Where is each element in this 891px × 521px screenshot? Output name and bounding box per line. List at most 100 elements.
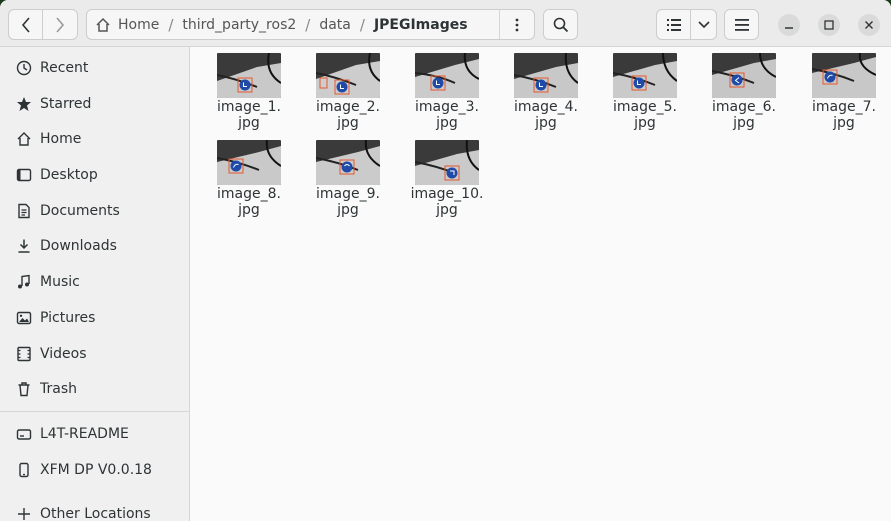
- file-name: image_10. jpg: [410, 186, 484, 218]
- forward-button[interactable]: [43, 9, 78, 40]
- music-icon: [15, 273, 33, 291]
- file-item[interactable]: image_10. jpg: [404, 134, 484, 218]
- chevron-down-icon: [697, 20, 710, 28]
- file-name: image_9. jpg: [316, 186, 380, 218]
- sidebar-item-videos[interactable]: Videos: [0, 338, 190, 370]
- image-thumbnail: [217, 140, 281, 185]
- sidebar-item-label: Pictures: [40, 310, 96, 326]
- vertical-dots-icon: [515, 18, 519, 31]
- drive-icon: [15, 425, 33, 443]
- sidebar-item-starred[interactable]: Starred: [0, 88, 190, 120]
- breadcrumb-home-label: Home: [118, 16, 160, 33]
- document-icon: [15, 202, 33, 220]
- file-grid: image_1. jpg image_2. jpg image_3. jpg imag…: [191, 47, 891, 521]
- sidebar-item-label: Videos: [40, 346, 87, 362]
- image-thumbnail: [415, 53, 479, 98]
- sidebar-item-desktop[interactable]: Desktop: [0, 159, 190, 191]
- sidebar-item-l4t-readme[interactable]: L4T-README: [0, 418, 190, 450]
- file-name: image_8. jpg: [217, 186, 281, 218]
- file-item[interactable]: image_5. jpg: [602, 47, 682, 131]
- breadcrumb-separator: /: [305, 15, 311, 34]
- file-item[interactable]: image_7. jpg: [801, 47, 881, 131]
- image-thumbnail: [812, 53, 876, 98]
- path-options-button[interactable]: [499, 10, 534, 39]
- go-back-icon: [21, 16, 30, 33]
- view-mode-button[interactable]: [656, 9, 691, 40]
- file-item[interactable]: image_3. jpg: [404, 47, 484, 131]
- file-item[interactable]: image_6. jpg: [701, 47, 781, 131]
- sidebar-item-label: Desktop: [40, 167, 98, 183]
- video-icon: [15, 345, 33, 363]
- sidebar-item-label: L4T-README: [40, 426, 129, 442]
- file-item[interactable]: image_2. jpg: [305, 47, 385, 131]
- hamburger-menu-icon: [734, 18, 749, 31]
- sidebar-item-label: Starred: [40, 96, 92, 112]
- file-name: image_4. jpg: [514, 99, 578, 131]
- maximize-icon: [824, 20, 834, 30]
- image-thumbnail: [316, 53, 380, 98]
- sidebar-divider: [0, 411, 190, 412]
- plus-icon: [15, 505, 33, 521]
- star-icon: [15, 95, 33, 113]
- download-icon: [15, 237, 33, 255]
- sidebar-item-other-locations[interactable]: Other Locations: [0, 498, 190, 521]
- path-bar: Home / third_party_ros2 / data / JPEGIma…: [86, 9, 535, 40]
- sidebar-item-pictures[interactable]: Pictures: [0, 302, 190, 334]
- sidebar-item-label: Music: [40, 274, 80, 290]
- file-name: image_5. jpg: [613, 99, 677, 131]
- sidebar-item-home[interactable]: Home: [0, 123, 190, 155]
- breadcrumb-current[interactable]: JPEGImages: [369, 10, 473, 39]
- sidebar-item-xfm-dp[interactable]: XFM DP V0.0.18: [0, 454, 190, 486]
- breadcrumb-separator: /: [359, 15, 365, 34]
- image-thumbnail: [514, 53, 578, 98]
- file-name: image_2. jpg: [316, 99, 380, 131]
- sidebar: Recent Starred Home Desktop Documents Do…: [0, 47, 190, 521]
- breadcrumb-label: third_party_ros2: [182, 16, 297, 33]
- file-manager-window: Home / third_party_ros2 / data / JPEGIma…: [0, 0, 891, 521]
- sidebar-item-downloads[interactable]: Downloads: [0, 230, 190, 262]
- go-forward-icon: [56, 16, 65, 33]
- sidebar-item-label: Documents: [40, 203, 120, 219]
- desktop-icon: [15, 166, 33, 184]
- image-thumbnail: [217, 53, 281, 98]
- file-name: image_1. jpg: [217, 99, 281, 131]
- close-button[interactable]: [858, 14, 880, 36]
- file-item[interactable]: image_9. jpg: [305, 134, 385, 218]
- phone-icon: [15, 461, 33, 479]
- sidebar-item-label: Home: [40, 131, 82, 147]
- back-button[interactable]: [8, 9, 43, 40]
- breadcrumb-label: data: [319, 16, 351, 33]
- sidebar-item-label: Trash: [40, 381, 77, 397]
- search-icon: [553, 17, 568, 32]
- sidebar-item-documents[interactable]: Documents: [0, 195, 190, 227]
- close-icon: [865, 21, 873, 29]
- image-thumbnail: [712, 53, 776, 98]
- breadcrumb-home[interactable]: Home: [87, 10, 164, 39]
- view-options-dropdown[interactable]: [691, 9, 717, 40]
- clock-icon: [15, 59, 33, 77]
- breadcrumb-data[interactable]: data: [314, 10, 356, 39]
- maximize-button[interactable]: [818, 14, 840, 36]
- breadcrumb-current-label: JPEGImages: [373, 16, 468, 33]
- sidebar-item-label: Downloads: [40, 238, 117, 254]
- header-bar: Home / third_party_ros2 / data / JPEGIma…: [0, 0, 891, 47]
- list-view-icon: [666, 18, 681, 31]
- sidebar-item-label: Recent: [40, 60, 89, 76]
- sidebar-item-recent[interactable]: Recent: [0, 52, 190, 84]
- trash-icon: [15, 380, 33, 398]
- breadcrumb-third-party-ros2[interactable]: third_party_ros2: [177, 10, 301, 39]
- image-thumbnail: [316, 140, 380, 185]
- file-item[interactable]: image_8. jpg: [206, 134, 286, 218]
- minimize-button[interactable]: [778, 14, 800, 36]
- image-thumbnail: [613, 53, 677, 98]
- main-menu-button[interactable]: [724, 9, 759, 40]
- sidebar-item-label: XFM DP V0.0.18: [40, 462, 152, 478]
- file-item[interactable]: image_1. jpg: [206, 47, 286, 131]
- sidebar-item-trash[interactable]: Trash: [0, 373, 190, 405]
- file-name: image_6. jpg: [712, 99, 776, 131]
- sidebar-item-music[interactable]: Music: [0, 266, 190, 298]
- file-item[interactable]: image_4. jpg: [503, 47, 583, 131]
- search-button[interactable]: [543, 9, 578, 40]
- file-name: image_3. jpg: [415, 99, 479, 131]
- sidebar-item-label: Other Locations: [40, 506, 151, 521]
